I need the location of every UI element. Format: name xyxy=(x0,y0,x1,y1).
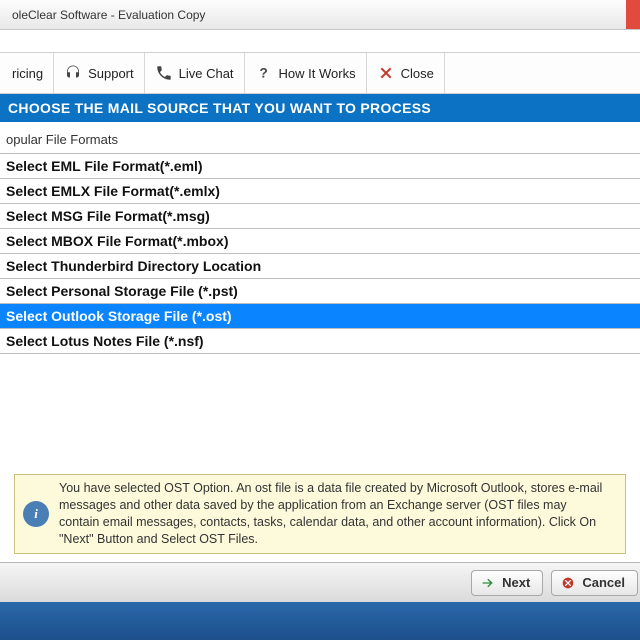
toolbar-label: Support xyxy=(88,66,134,81)
toolbar-live-chat[interactable]: Live Chat xyxy=(145,53,245,93)
format-item-label: Select EMLX File Format(*.emlx) xyxy=(6,183,220,199)
cancel-button[interactable]: Cancel xyxy=(551,570,638,596)
info-icon: i xyxy=(23,501,49,527)
format-item-label: Select Thunderbird Directory Location xyxy=(6,258,261,274)
format-item-label: Select MBOX File Format(*.mbox) xyxy=(6,233,228,249)
toolbar-spacer xyxy=(0,30,640,52)
cancel-icon xyxy=(560,575,576,591)
format-item[interactable]: Select Personal Storage File (*.pst) xyxy=(0,279,640,304)
headset-icon xyxy=(64,64,82,82)
titlebar: oleClear Software - Evaluation Copy xyxy=(0,0,640,30)
main-content: opular File Formats Select EML File Form… xyxy=(0,122,640,554)
format-item-label: Select MSG File Format(*.msg) xyxy=(6,208,210,224)
toolbar: ricing Support Live Chat ? How It Works … xyxy=(0,52,640,94)
window-controls xyxy=(626,0,640,29)
next-button[interactable]: Next xyxy=(471,570,543,596)
footer: Next Cancel xyxy=(0,562,640,602)
format-item[interactable]: Select Thunderbird Directory Location xyxy=(0,254,640,279)
format-item-label: Select EML File Format(*.eml) xyxy=(6,158,203,174)
toolbar-pricing[interactable]: ricing xyxy=(2,53,54,93)
format-item-label: Select Outlook Storage File (*.ost) xyxy=(6,308,232,324)
section-label: opular File Formats xyxy=(0,122,640,153)
svg-text:?: ? xyxy=(259,66,267,81)
phone-icon xyxy=(155,64,173,82)
window-title: oleClear Software - Evaluation Copy xyxy=(12,8,205,22)
info-box: i You have selected OST Option. An ost f… xyxy=(14,474,626,554)
format-list: Select EML File Format(*.eml) Select EMLX… xyxy=(0,153,640,354)
close-icon xyxy=(377,64,395,82)
toolbar-label: Live Chat xyxy=(179,66,234,81)
window-close-button[interactable] xyxy=(626,0,640,29)
toolbar-how-it-works[interactable]: ? How It Works xyxy=(245,53,367,93)
toolbar-label: Close xyxy=(401,66,434,81)
format-item[interactable]: Select MSG File Format(*.msg) xyxy=(0,204,640,229)
button-label: Cancel xyxy=(582,575,625,590)
format-item[interactable]: Select MBOX File Format(*.mbox) xyxy=(0,229,640,254)
format-item-label: Select Lotus Notes File (*.nsf) xyxy=(6,333,204,349)
format-item-label: Select Personal Storage File (*.pst) xyxy=(6,283,238,299)
format-item[interactable]: Select EMLX File Format(*.emlx) xyxy=(0,179,640,204)
format-item[interactable]: Select Lotus Notes File (*.nsf) xyxy=(0,329,640,354)
toolbar-label: ricing xyxy=(12,66,43,81)
banner-text: CHOOSE THE MAIL SOURCE THAT YOU WANT TO … xyxy=(8,100,431,116)
format-item[interactable]: Select EML File Format(*.eml) xyxy=(0,154,640,179)
window-chrome-bottom xyxy=(0,602,640,640)
button-label: Next xyxy=(502,575,530,590)
toolbar-label: How It Works xyxy=(279,66,356,81)
step-banner: CHOOSE THE MAIL SOURCE THAT YOU WANT TO … xyxy=(0,94,640,122)
toolbar-close[interactable]: Close xyxy=(367,53,445,93)
question-icon: ? xyxy=(255,64,273,82)
toolbar-support[interactable]: Support xyxy=(54,53,145,93)
arrow-right-icon xyxy=(480,575,496,591)
info-text: You have selected OST Option. An ost fil… xyxy=(59,480,609,548)
format-item[interactable]: Select Outlook Storage File (*.ost) xyxy=(0,304,640,329)
